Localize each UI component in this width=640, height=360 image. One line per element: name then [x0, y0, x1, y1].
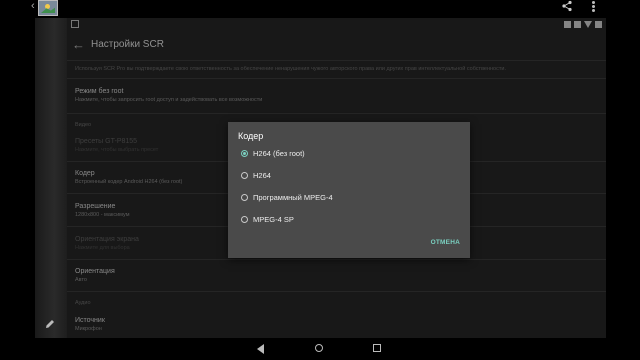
encoder-option-h264[interactable]: H264	[241, 168, 271, 182]
navigation-bar	[0, 338, 640, 360]
encoder-option-mpeg4-software[interactable]: Программный MPEG-4	[241, 190, 333, 204]
dialog-title: Кодер	[238, 131, 264, 141]
radio-checked-icon[interactable]	[241, 149, 248, 157]
host-top-bar: ‹	[0, 0, 640, 18]
pencil-icon[interactable]	[44, 318, 56, 330]
more-vert-icon[interactable]	[590, 0, 596, 12]
option-label: Программный MPEG-4	[253, 192, 333, 202]
nav-home-icon[interactable]	[315, 344, 323, 352]
encoder-option-h264-rootless[interactable]: H264 (без root)	[241, 146, 305, 160]
encoder-option-mpeg4-sp[interactable]: MPEG-4 SP	[241, 212, 294, 226]
radio-unchecked-icon[interactable]	[241, 215, 248, 223]
option-label: MPEG-4 SP	[253, 214, 294, 224]
option-label: H264	[253, 170, 271, 180]
cancel-button[interactable]: ОТМЕНА	[431, 239, 460, 246]
host-back-chevron-icon[interactable]: ‹	[31, 0, 35, 12]
option-label: H264 (без root)	[253, 148, 305, 158]
device-screen: ← Настройки SCR Используя SCR Pro вы под…	[67, 18, 606, 338]
nav-back-icon[interactable]	[257, 344, 264, 354]
encoder-dialog: Кодер H264 (без root) H264 Программный M…	[228, 122, 470, 258]
host-sidebar	[35, 18, 67, 338]
gallery-app-icon[interactable]	[38, 0, 58, 16]
radio-unchecked-icon[interactable]	[241, 171, 248, 179]
nav-recents-icon[interactable]	[373, 344, 381, 352]
share-icon[interactable]	[561, 0, 573, 12]
radio-unchecked-icon[interactable]	[241, 193, 248, 201]
